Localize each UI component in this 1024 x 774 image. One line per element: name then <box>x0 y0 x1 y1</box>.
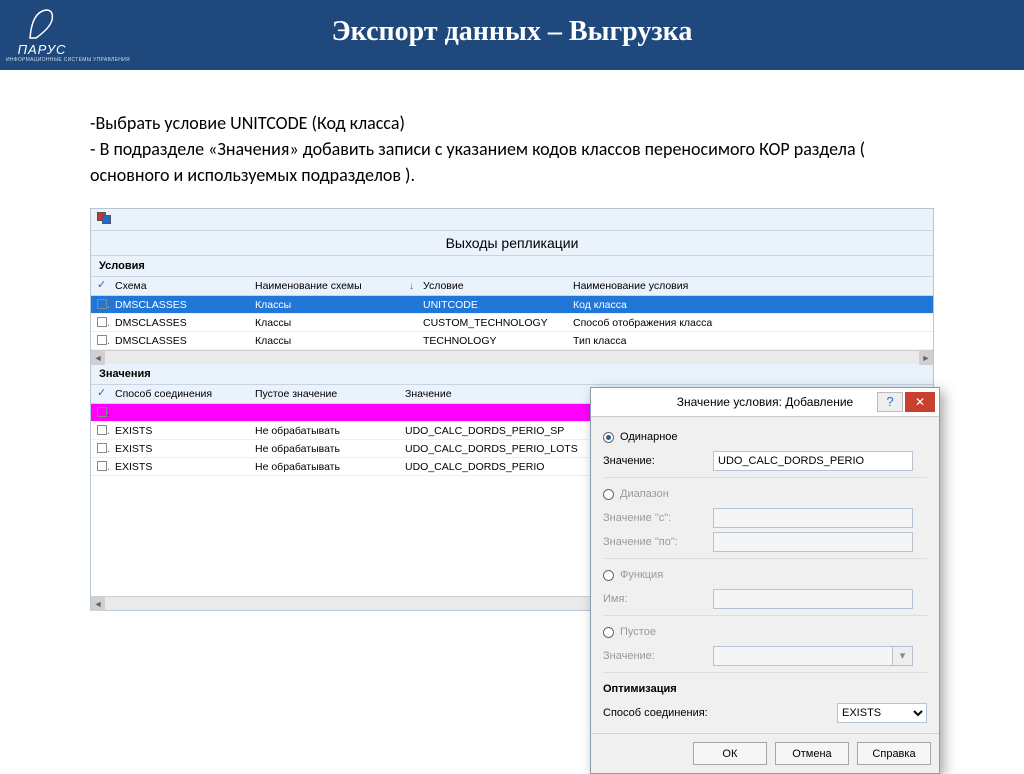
toolbar <box>91 209 933 231</box>
table-row[interactable]: DMSCLASSESКлассы UNITCODEКод класса <box>91 296 933 314</box>
join-select[interactable]: EXISTS <box>837 703 927 723</box>
conditions-header-row: ✓ Схема Наименование схемы ↓ Условие Наи… <box>91 277 933 296</box>
close-button[interactable]: ✕ <box>905 392 935 412</box>
optimization-label: Оптимизация <box>603 683 677 695</box>
horizontal-scrollbar[interactable]: ◄ ► <box>91 350 933 364</box>
values-header: Значения <box>91 364 933 385</box>
window-title: Выходы репликации <box>91 231 933 256</box>
scroll-right-icon[interactable]: ► <box>919 351 933 365</box>
checkbox[interactable] <box>97 299 107 309</box>
sort-arrow-icon[interactable]: ↓ <box>409 281 414 292</box>
radio-range-label[interactable]: Диапазон <box>620 488 669 500</box>
conditions-grid[interactable]: ✓ Схема Наименование схемы ↓ Условие Наи… <box>91 277 933 350</box>
name-label: Имя: <box>603 593 713 605</box>
chevron-down-icon[interactable]: ▾ <box>893 646 913 666</box>
table-row[interactable]: DMSCLASSESКлассы TECHNOLOGYТип класса <box>91 332 933 350</box>
flags-icon[interactable] <box>97 212 111 224</box>
col-schema-name[interactable]: Наименование схемы <box>249 277 399 296</box>
col-empty[interactable]: Пустое значение <box>249 385 399 404</box>
to-input[interactable] <box>713 532 913 552</box>
col-condition[interactable]: Условие <box>417 277 567 296</box>
empty-value-input[interactable] <box>713 646 893 666</box>
col-schema[interactable]: Схема <box>109 277 249 296</box>
checkbox[interactable] <box>97 425 107 435</box>
scroll-left-icon[interactable]: ◄ <box>91 351 105 365</box>
empty-value-label: Значение: <box>603 650 713 662</box>
ok-button[interactable]: ОК <box>693 742 767 765</box>
join-label: Способ соединения: <box>603 707 713 719</box>
checkbox[interactable] <box>97 443 107 453</box>
instruction-line-1: -Выбрать условие UNITCODE (Код класса) <box>90 110 934 136</box>
help-button[interactable]: ? <box>877 392 903 412</box>
radio-range[interactable] <box>603 489 614 500</box>
checkbox[interactable] <box>97 317 107 327</box>
checkbox[interactable] <box>97 407 107 417</box>
col-condition-name[interactable]: Наименование условия <box>567 277 933 296</box>
dialog-title-bar[interactable]: Значение условия: Добавление ? ✕ <box>591 388 939 417</box>
check-icon: ✓ <box>97 280 106 290</box>
radio-empty-label[interactable]: Пустое <box>620 626 656 638</box>
value-label: Значение: <box>603 455 713 467</box>
check-icon: ✓ <box>97 388 106 398</box>
table-row[interactable]: DMSCLASSESКлассы CUSTOM_TECHNOLOGYСпособ… <box>91 314 933 332</box>
from-input[interactable] <box>713 508 913 528</box>
checkbox[interactable] <box>97 335 107 345</box>
radio-function-label[interactable]: Функция <box>620 569 663 581</box>
to-label: Значение "по": <box>603 536 713 548</box>
checkbox[interactable] <box>97 461 107 471</box>
name-input[interactable] <box>713 589 913 609</box>
scroll-left-icon[interactable]: ◄ <box>91 597 105 611</box>
radio-function[interactable] <box>603 570 614 581</box>
logo-subtitle: ИНФОРМАЦИОННЫЕ СИСТЕМЫ УПРАВЛЕНИЯ <box>6 57 78 63</box>
add-value-dialog: Значение условия: Добавление ? ✕ Одинарн… <box>590 387 940 774</box>
dialog-title: Значение условия: Добавление <box>677 395 853 409</box>
slide-header: ПАРУС ИНФОРМАЦИОННЫЕ СИСТЕМЫ УПРАВЛЕНИЯ … <box>0 0 1024 70</box>
instructions: -Выбрать условие UNITCODE (Код класса) -… <box>90 110 934 188</box>
from-label: Значение "с": <box>603 512 713 524</box>
radio-single[interactable] <box>603 432 614 443</box>
cancel-button[interactable]: Отмена <box>775 742 849 765</box>
radio-single-label[interactable]: Одинарное <box>620 431 678 443</box>
slide-title: Экспорт данных – Выгрузка <box>0 16 1024 48</box>
instruction-line-2: - В подразделе «Значения» добавить запис… <box>90 136 934 188</box>
help-button[interactable]: Справка <box>857 742 931 765</box>
value-input[interactable] <box>713 451 913 471</box>
conditions-header: Условия <box>91 256 933 277</box>
radio-empty[interactable] <box>603 627 614 638</box>
col-join[interactable]: Способ соединения <box>109 385 249 404</box>
dialog-buttons: ОК Отмена Справка <box>591 733 939 773</box>
